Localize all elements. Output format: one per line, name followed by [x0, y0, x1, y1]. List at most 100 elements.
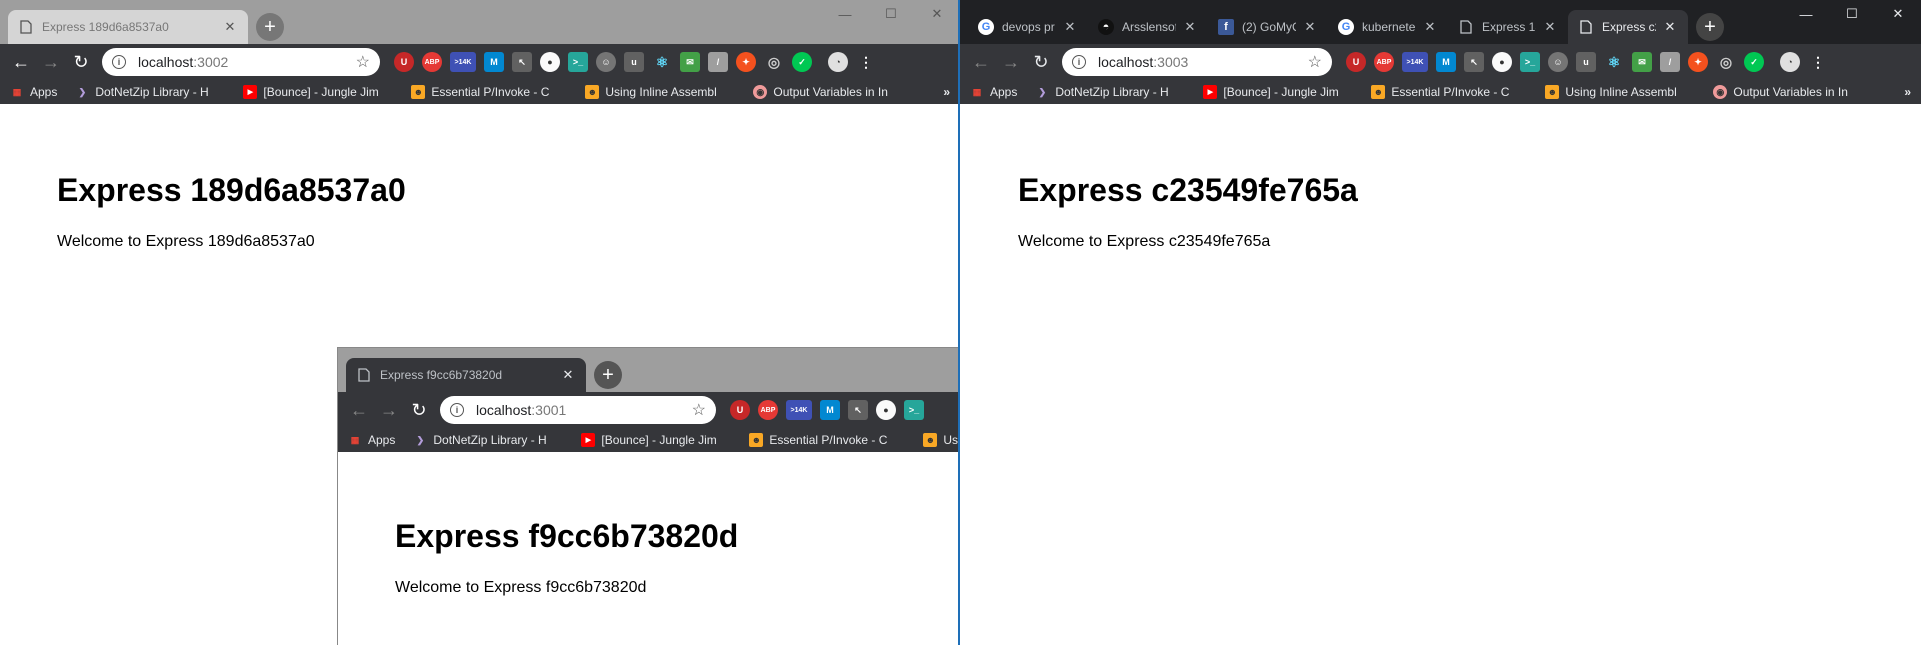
- m-extension-icon[interactable]: M: [1436, 52, 1456, 72]
- slash-extension-icon[interactable]: /: [1660, 52, 1680, 72]
- mail-checker-icon[interactable]: >14K: [450, 52, 476, 72]
- circle-extension-icon[interactable]: ●: [540, 52, 560, 72]
- back-button[interactable]: ←: [966, 47, 996, 77]
- adblock-plus-icon[interactable]: ABP: [1374, 52, 1394, 72]
- minimize-button[interactable]: —: [822, 0, 868, 28]
- react-devtools-icon[interactable]: ⚛: [1604, 52, 1624, 72]
- close-tab-icon[interactable]: ✕: [1182, 19, 1198, 35]
- forward-button[interactable]: →: [996, 47, 1026, 77]
- address-bar[interactable]: i localhost:3001 ☆: [440, 396, 716, 424]
- bookmark-apps[interactable]: ▦ Apps: [10, 85, 58, 99]
- avatar-icon[interactable]: ◔: [828, 52, 848, 72]
- bookmark-star-icon[interactable]: ☆: [692, 400, 706, 420]
- info-icon[interactable]: i: [112, 55, 126, 69]
- tab-kubernetes[interactable]: G kubernete ✕: [1328, 10, 1448, 44]
- close-tab-icon[interactable]: ✕: [1662, 19, 1678, 35]
- more-bookmarks-icon[interactable]: »: [1904, 85, 1911, 99]
- terminal-extension-icon[interactable]: >_: [568, 52, 588, 72]
- bookmark-dotnetzip[interactable]: ❯ DotNetZip Library - H: [75, 85, 225, 99]
- bookmark-star-icon[interactable]: ☆: [1308, 52, 1322, 72]
- pointer-extension-icon[interactable]: ↖: [512, 52, 532, 72]
- terminal-extension-icon[interactable]: >_: [904, 400, 924, 420]
- info-icon[interactable]: i: [1072, 55, 1086, 69]
- back-button[interactable]: ←: [344, 395, 374, 425]
- close-window-button[interactable]: ✕: [1875, 0, 1921, 28]
- back-button[interactable]: ←: [6, 47, 36, 77]
- more-bookmarks-icon[interactable]: »: [943, 85, 950, 99]
- u-extension-icon[interactable]: u: [624, 52, 644, 72]
- bookmark-apps[interactable]: ▦ Apps: [970, 85, 1018, 99]
- bookmark-bounce[interactable]: ▶ [Bounce] - Jungle Jim: [1203, 85, 1353, 99]
- info-icon[interactable]: i: [450, 403, 464, 417]
- address-bar[interactable]: i localhost:3002 ☆: [102, 48, 380, 76]
- bookmark-pinvoke[interactable]: ☻ Essential P/Invoke - C: [1371, 85, 1527, 99]
- close-tab-icon[interactable]: ✕: [1422, 19, 1438, 35]
- tab-express-f9cc[interactable]: Express f9cc6b73820d ✕: [346, 358, 586, 392]
- tab-gomycode[interactable]: f (2) GoMyC ✕: [1208, 10, 1328, 44]
- mail-extension-icon[interactable]: ✉: [1632, 52, 1652, 72]
- bookmark-output-variables[interactable]: ◉ Output Variables in In: [753, 85, 893, 99]
- tab-devops[interactable]: G devops pr ✕: [968, 10, 1088, 44]
- minimize-button[interactable]: —: [1783, 0, 1829, 28]
- reload-button[interactable]: ↻: [1026, 47, 1056, 77]
- circle-extension-icon[interactable]: ●: [876, 400, 896, 420]
- forward-button[interactable]: →: [36, 47, 66, 77]
- bookmark-dotnetzip[interactable]: ❯ DotNetZip Library - H: [1035, 85, 1185, 99]
- bookmark-output-variables[interactable]: ◉ Output Variables in In: [1713, 85, 1853, 99]
- forward-button[interactable]: →: [374, 395, 404, 425]
- new-tab-button[interactable]: +: [1696, 13, 1724, 41]
- target-extension-icon[interactable]: ◎: [764, 52, 784, 72]
- mail-checker-icon[interactable]: >14K: [786, 400, 812, 420]
- bookmark-apps[interactable]: ▦ Apps: [348, 433, 396, 447]
- m-extension-icon[interactable]: M: [820, 400, 840, 420]
- tab-express-18[interactable]: Express 18 ✕: [1448, 10, 1568, 44]
- target-extension-icon[interactable]: ◎: [1716, 52, 1736, 72]
- bookmark-star-icon[interactable]: ☆: [356, 52, 370, 72]
- bookmark-bounce[interactable]: ▶ [Bounce] - Jungle Jim: [581, 433, 731, 447]
- mail-checker-icon[interactable]: >14K: [1402, 52, 1428, 72]
- react-devtools-icon[interactable]: ⚛: [652, 52, 672, 72]
- tab-arsslensoft[interactable]: ◓ Arsslensof ✕: [1088, 10, 1208, 44]
- terminal-extension-icon[interactable]: >_: [1520, 52, 1540, 72]
- slash-extension-icon[interactable]: /: [708, 52, 728, 72]
- shield-extension-icon[interactable]: ✓: [1744, 52, 1764, 72]
- maximize-button[interactable]: ☐: [868, 0, 914, 28]
- close-tab-icon[interactable]: ✕: [1062, 19, 1078, 35]
- avatar-icon[interactable]: ◔: [1780, 52, 1800, 72]
- bookmark-dotnetzip[interactable]: ❯ DotNetZip Library - H: [413, 433, 563, 447]
- reload-button[interactable]: ↻: [66, 47, 96, 77]
- pointer-extension-icon[interactable]: ↖: [1464, 52, 1484, 72]
- address-bar[interactable]: i localhost:3003 ☆: [1062, 48, 1332, 76]
- orange-extension-icon[interactable]: ✦: [1688, 52, 1708, 72]
- pointer-extension-icon[interactable]: ↖: [848, 400, 868, 420]
- ublock-icon[interactable]: U: [730, 400, 750, 420]
- u-extension-icon[interactable]: u: [1576, 52, 1596, 72]
- close-tab-icon[interactable]: ✕: [222, 19, 238, 35]
- ublock-icon[interactable]: U: [394, 52, 414, 72]
- menu-dots-icon[interactable]: ⋮: [856, 52, 876, 72]
- ublock-icon[interactable]: U: [1346, 52, 1366, 72]
- shield-extension-icon[interactable]: ✓: [792, 52, 812, 72]
- bookmark-pinvoke[interactable]: ☻ Essential P/Invoke - C: [411, 85, 567, 99]
- bookmark-inline-assembly[interactable]: ☻Using Inline Assembl: [1545, 85, 1695, 99]
- close-window-button[interactable]: ✕: [914, 0, 960, 28]
- tab-express-c2[interactable]: Express c2 ✕: [1568, 10, 1688, 44]
- new-tab-button[interactable]: +: [256, 13, 284, 41]
- close-tab-icon[interactable]: ✕: [1542, 19, 1558, 35]
- tab-express-189d[interactable]: Express 189d6a8537a0 ✕: [8, 10, 248, 44]
- adblock-plus-icon[interactable]: ABP: [422, 52, 442, 72]
- mail-extension-icon[interactable]: ✉: [680, 52, 700, 72]
- ghost-extension-icon[interactable]: ☺: [1548, 52, 1568, 72]
- ghost-extension-icon[interactable]: ☺: [596, 52, 616, 72]
- close-tab-icon[interactable]: ✕: [1302, 19, 1318, 35]
- new-tab-button[interactable]: +: [594, 361, 622, 389]
- circle-extension-icon[interactable]: ●: [1492, 52, 1512, 72]
- bookmark-inline-assembly[interactable]: ☻Using Inline Assembl: [923, 433, 958, 447]
- bookmark-bounce[interactable]: ▶ [Bounce] - Jungle Jim: [243, 85, 393, 99]
- adblock-plus-icon[interactable]: ABP: [758, 400, 778, 420]
- bookmark-inline-assembly[interactable]: ☻Using Inline Assembl: [585, 85, 735, 99]
- orange-extension-icon[interactable]: ✦: [736, 52, 756, 72]
- close-tab-icon[interactable]: ✕: [560, 367, 576, 383]
- menu-dots-icon[interactable]: ⋮: [1808, 52, 1828, 72]
- maximize-button[interactable]: ☐: [1829, 0, 1875, 28]
